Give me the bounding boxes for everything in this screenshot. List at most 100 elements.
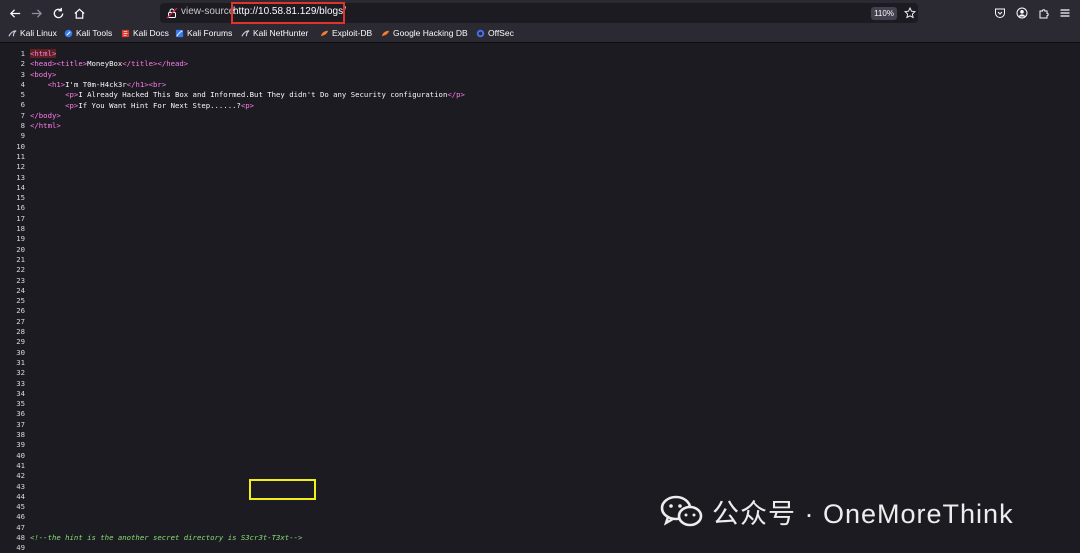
arrow-left-icon	[9, 8, 20, 18]
body-close-tag: </body>	[30, 110, 61, 120]
menu-button[interactable]	[1057, 5, 1073, 21]
line-number: 49	[16, 543, 25, 553]
line-number: 35	[16, 399, 25, 409]
arrow-right-icon	[31, 8, 42, 18]
line-number: 6	[20, 100, 25, 110]
bookmarks-toolbar: Kali Linux Kali Tools Kali Docs Kali For…	[0, 26, 1080, 43]
p-close-tag: </p>	[447, 90, 465, 100]
line-number: 10	[16, 141, 25, 151]
bookmark-google-hacking-db[interactable]: Google Hacking DB	[381, 28, 468, 38]
wechat-watermark: 公众号 · OneMoreThink	[660, 491, 1014, 531]
ghdb-icon	[381, 30, 390, 36]
kali-docs-icon	[121, 29, 130, 37]
line-number: 27	[16, 316, 25, 326]
pocket-icon	[995, 8, 1005, 18]
bookmark-star-icon[interactable]	[904, 7, 916, 19]
source-line: <h1>I'm T0m-H4ck3r</h1><br>	[30, 79, 167, 90]
source-line: <head><title>MoneyBox</title></head>	[30, 59, 188, 69]
line-number: 44	[16, 491, 25, 501]
bookmark-kali-linux[interactable]: Kali Linux	[8, 28, 57, 38]
bookmark-label: Exploit-DB	[332, 28, 373, 38]
line-number: 43	[16, 481, 25, 491]
line-number: 22	[16, 265, 25, 275]
line-number: 21	[16, 254, 25, 264]
browser-toolbar: view-source: http://10.58.81.129/blogs/ …	[0, 0, 1080, 26]
line-number: 40	[16, 450, 25, 460]
bookmark-exploit-db[interactable]: Exploit-DB	[320, 28, 372, 38]
bookmark-kali-nethunter[interactable]: Kali NetHunter	[241, 28, 308, 38]
line-number: 3	[20, 69, 25, 79]
source-line: <body>	[30, 70, 56, 80]
line-number: 32	[16, 368, 25, 378]
head-title-close-tags: </title></head>	[122, 59, 189, 69]
kali-forums-icon	[175, 29, 184, 37]
line-number: 13	[16, 172, 25, 182]
source-line: </html>	[30, 121, 61, 131]
line-number: 48	[16, 533, 25, 542]
line-number: 8	[20, 121, 25, 131]
paragraph-text: If You Want Hint For Next Step......?	[78, 100, 241, 110]
line-number: 14	[16, 182, 25, 192]
home-button[interactable]	[69, 3, 89, 23]
line-number: 38	[16, 430, 25, 440]
bookmark-kali-docs[interactable]: Kali Docs	[121, 28, 169, 38]
p-open-tag: <p>	[30, 100, 79, 110]
html-close-tag: </html>	[30, 121, 61, 131]
kali-nethunter-icon	[241, 29, 250, 36]
bookmark-kali-tools[interactable]: Kali Tools	[64, 28, 112, 38]
line-number: 36	[16, 409, 25, 419]
line-number: 30	[16, 347, 25, 357]
line-number: 12	[16, 162, 25, 172]
html-comment-hint: <!--the hint is the another secret direc…	[30, 533, 303, 542]
source-line: </body>	[30, 111, 61, 121]
line-number: 7	[20, 110, 25, 120]
title-text: MoneyBox	[87, 59, 123, 69]
bookmark-offsec[interactable]: OffSec	[476, 28, 514, 38]
zoom-level-badge[interactable]: 110%	[871, 7, 897, 20]
line-number: 16	[16, 203, 25, 213]
source-line: <p>I Already Hacked This Box and Informe…	[30, 90, 465, 100]
wechat-icon	[660, 495, 703, 527]
secret-highlight-box	[249, 479, 316, 500]
forward-button[interactable]	[26, 3, 46, 23]
h1-open-tag: <h1>	[30, 79, 66, 89]
extensions-button[interactable]	[1036, 5, 1052, 21]
line-number: 24	[16, 285, 25, 295]
line-number: 5	[20, 90, 25, 100]
line-number: 9	[20, 131, 25, 141]
pocket-button[interactable]	[992, 5, 1008, 21]
line-number: 46	[16, 512, 25, 522]
reload-button[interactable]	[48, 3, 68, 23]
insecure-lock-icon[interactable]	[166, 7, 178, 19]
bookmark-label: Kali Tools	[76, 28, 113, 38]
line-number: 23	[16, 275, 25, 285]
back-button[interactable]	[5, 3, 25, 23]
kali-dragon-icon	[8, 29, 17, 36]
home-icon	[73, 8, 85, 19]
watermark-text: 公众号 · OneMoreThink	[712, 498, 1014, 529]
body-open-tag: <body>	[30, 69, 57, 79]
source-line: <!--the hint is the another secret direc…	[30, 533, 302, 543]
line-number: 47	[16, 522, 25, 532]
view-source-pane: <html> <head><title>MoneyBox</title></he…	[0, 44, 1080, 553]
account-button[interactable]	[1014, 5, 1030, 21]
line-number: 45	[16, 502, 25, 512]
bookmark-label: Kali NetHunter	[253, 28, 309, 38]
p-open-tag: <p>	[240, 100, 255, 110]
line-number: 17	[16, 213, 25, 223]
bookmark-kali-forums[interactable]: Kali Forums	[175, 28, 232, 38]
bookmark-label: OffSec	[488, 28, 514, 38]
html-open-tag: <html>	[30, 49, 57, 58]
line-number: 2	[20, 59, 25, 69]
url-scheme-prefix: view-source:	[181, 6, 238, 17]
line-number: 1	[20, 49, 25, 58]
h1-close-br-tags: </h1><br>	[126, 79, 167, 89]
offsec-icon	[476, 29, 485, 37]
h1-text: I'm T0m-H4ck3r	[65, 79, 127, 89]
kali-tools-icon	[64, 29, 73, 37]
hamburger-menu-icon	[1060, 9, 1070, 17]
line-number: 4	[20, 79, 25, 89]
account-icon	[1016, 7, 1028, 19]
line-number: 15	[16, 193, 25, 203]
line-number: 29	[16, 337, 25, 347]
